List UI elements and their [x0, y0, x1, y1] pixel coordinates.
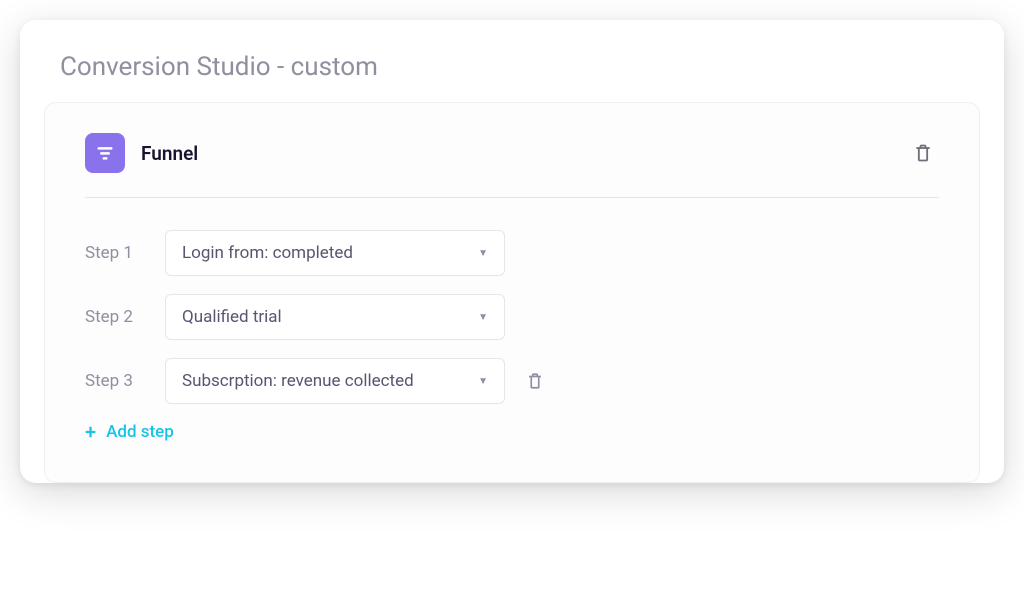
funnel-icon: [85, 133, 125, 173]
plus-icon: +: [85, 422, 96, 442]
step-label: Step 2: [85, 307, 165, 327]
step-3-select[interactable]: Subscrption: revenue collected ▼: [165, 358, 505, 404]
caret-down-icon: ▼: [478, 248, 488, 259]
caret-down-icon: ▼: [478, 376, 488, 387]
step-row-1: Step 1 Login from: completed ▼: [85, 230, 939, 276]
funnel-panel: Funnel Step 1 Login from: completed ▼ St…: [44, 102, 980, 483]
add-step-label: Add step: [106, 422, 174, 442]
step-1-select[interactable]: Login from: completed ▼: [165, 230, 505, 276]
trash-icon: [913, 142, 933, 164]
trash-icon: [526, 371, 544, 391]
main-card: Conversion Studio - custom Funnel Step: [20, 20, 1004, 483]
caret-down-icon: ▼: [478, 312, 488, 323]
step-2-select[interactable]: Qualified trial ▼: [165, 294, 505, 340]
step-row-2: Step 2 Qualified trial ▼: [85, 294, 939, 340]
page-title: Conversion Studio - custom: [20, 52, 1004, 102]
delete-funnel-button[interactable]: [907, 137, 939, 169]
delete-step-3-button[interactable]: [523, 369, 547, 393]
step-select-value: Qualified trial: [182, 307, 282, 327]
step-select-value: Subscrption: revenue collected: [182, 371, 414, 391]
funnel-title: Funnel: [141, 142, 907, 165]
step-row-3: Step 3 Subscrption: revenue collected ▼: [85, 358, 939, 404]
step-label: Step 1: [85, 243, 165, 263]
add-step-button[interactable]: + Add step: [85, 422, 939, 442]
funnel-header: Funnel: [85, 133, 939, 198]
step-label: Step 3: [85, 371, 165, 391]
step-select-value: Login from: completed: [182, 243, 353, 263]
